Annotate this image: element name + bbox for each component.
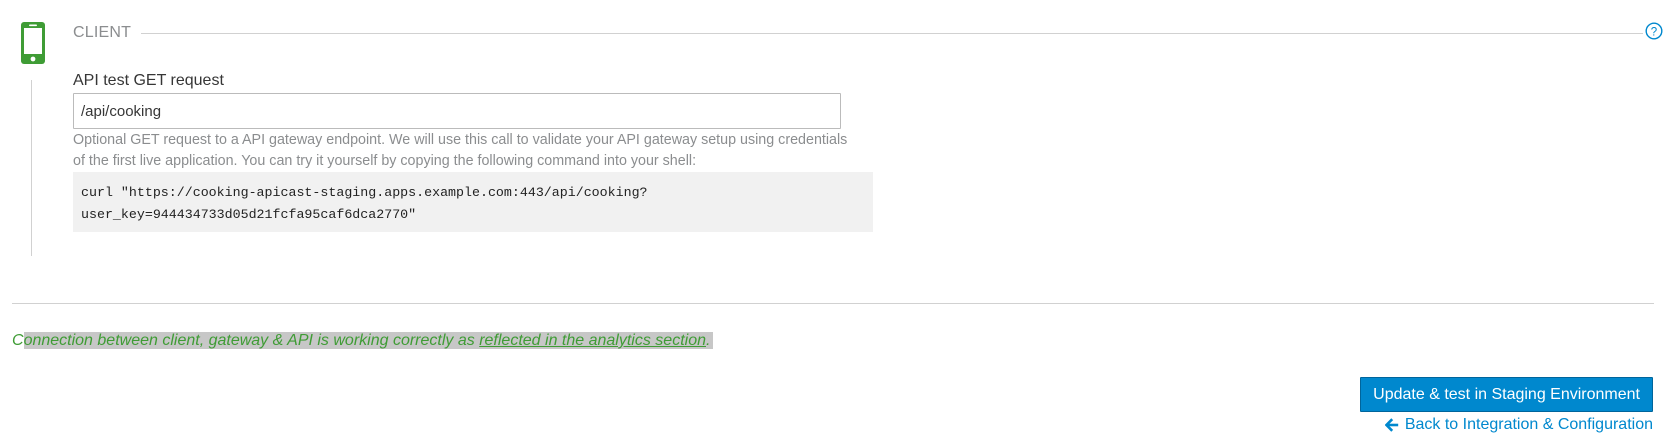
back-to-integration-link[interactable]: Back to Integration & Configuration (1384, 414, 1653, 436)
status-highlighted-text: onnection between client, gateway & API … (23, 332, 714, 349)
api-test-request-help-text: Optional GET request to a API gateway en… (73, 132, 848, 169)
curl-command-block: curl "https://cooking-apicast-staging.ap… (73, 172, 873, 232)
svg-text:?: ? (1651, 26, 1657, 38)
status-text-end: . (706, 332, 711, 349)
connection-status-message: Connection between client, gateway & API… (12, 329, 714, 353)
integration-client-page: CLIENT ? API test GET request Optional G… (0, 0, 1664, 447)
section-vertical-rule (31, 80, 32, 256)
status-text: onnection between client, gateway & API … (23, 332, 480, 349)
analytics-section-link[interactable]: reflected in the analytics section (479, 332, 706, 349)
status-first-char: C (12, 332, 24, 349)
update-and-test-staging-button[interactable]: Update & test in Staging Environment (1360, 377, 1653, 412)
api-test-request-input[interactable] (73, 93, 841, 129)
section-title: CLIENT (73, 23, 142, 43)
api-test-request-label: API test GET request (73, 72, 224, 89)
question-circle-icon[interactable]: ? (1643, 22, 1663, 40)
mobile-phone-icon (21, 22, 45, 64)
arrow-left-icon (1384, 418, 1399, 432)
section-title-rule (137, 33, 1644, 34)
back-link-label: Back to Integration & Configuration (1404, 416, 1653, 433)
section-divider (12, 303, 1654, 304)
curl-command-line-1: curl "https://cooking-apicast-staging.ap… (81, 185, 648, 200)
curl-command-line-2: user_key=944434733d05d21fcfa95caf6dca277… (81, 207, 417, 222)
